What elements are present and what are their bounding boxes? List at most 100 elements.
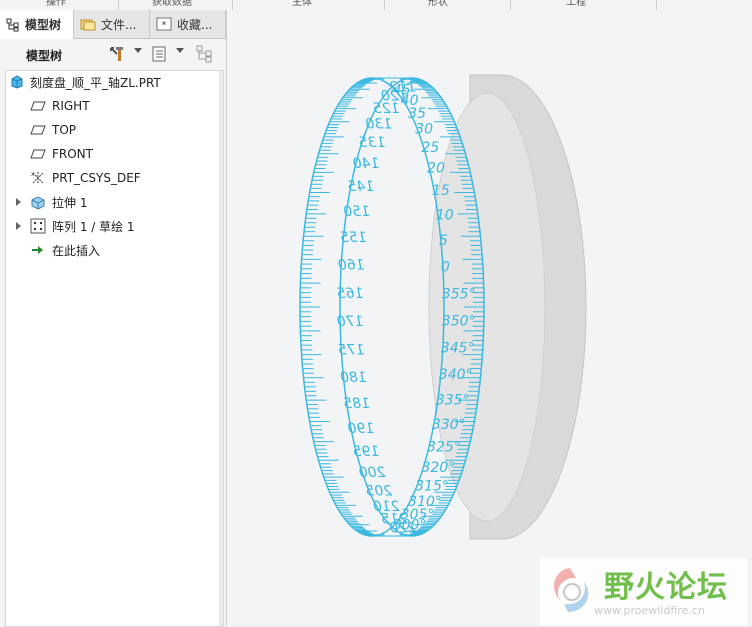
tree-filter-button[interactable]	[194, 44, 216, 64]
part-icon	[11, 75, 23, 89]
menu-tab-label[interactable]: 形状	[428, 0, 448, 8]
tree-filter-icon	[196, 45, 212, 63]
show-dropdown-caret[interactable]	[176, 48, 184, 53]
menu-tab-label[interactable]: 工程	[566, 0, 586, 8]
ring-inner-face	[428, 92, 546, 522]
scale-label: 340°	[439, 367, 473, 383]
scale-label-mirrored: 160	[338, 258, 365, 274]
show-list-icon	[152, 46, 166, 62]
model-view: 454035302520151050355°350°345°340°335°33…	[299, 74, 587, 540]
extrude-icon	[31, 196, 45, 210]
menu-separator	[384, 0, 385, 10]
menu-separator	[118, 0, 119, 10]
scale-label-mirrored: 200	[359, 465, 386, 481]
menu-separator	[232, 0, 233, 10]
scale-label: 335°	[436, 393, 470, 409]
tree-item-label: 在此插入	[52, 243, 101, 258]
scale-label: 325°	[427, 439, 461, 455]
scale-label-mirrored: 145	[347, 179, 374, 195]
tree-item-csys[interactable]: x PRT_CSYS_DEF	[30, 167, 141, 189]
show-button[interactable]	[148, 44, 170, 64]
scale-label-mirrored: 165	[337, 286, 364, 302]
scale-label: 320°	[421, 460, 455, 476]
tab-files[interactable]: 文件...	[74, 10, 150, 38]
settings-dropdown-caret[interactable]	[134, 48, 142, 53]
scale-label-mirrored: 130	[365, 117, 392, 133]
settings-tools-icon	[110, 47, 123, 61]
scale-label-mirrored: 190	[347, 421, 374, 437]
tab-label: 文件...	[101, 17, 137, 32]
scale-label-mirrored: 205	[365, 483, 392, 499]
tree-item-label: TOP	[52, 123, 77, 137]
tree-item-pattern[interactable]: 阵列 1 / 草绘 1	[16, 215, 135, 237]
graduated-ring-model: 454035302520151050355°350°345°340°335°33…	[299, 74, 587, 540]
datum-plane-icon	[30, 101, 46, 111]
tree-item-label: RIGHT	[52, 99, 90, 113]
scale-label: 0	[441, 259, 450, 275]
tree-item-insert-here[interactable]: 在此插入	[30, 239, 100, 261]
favorites-icon: *	[156, 17, 172, 31]
insert-arrow-icon	[32, 246, 43, 254]
model-tree: 刻度盘_顺_平_轴ZL.PRT RIGHT TOP FRONT x PRT_CS…	[5, 70, 224, 627]
tree-item-front-plane[interactable]: FRONT	[30, 143, 93, 165]
watermark: 野火论坛 www.proewildfire.cn	[540, 558, 747, 625]
scale-label: 15	[432, 183, 450, 199]
tab-label: 模型树	[25, 18, 62, 32]
pattern-icon	[30, 218, 46, 234]
menu-tab-label[interactable]: 操作	[46, 0, 66, 8]
tree-scrollbar[interactable]	[219, 71, 223, 626]
scale-label: 350°	[442, 314, 476, 330]
scale-label: 10	[436, 207, 454, 223]
menu-tab-label[interactable]: 主体	[292, 0, 312, 8]
menu-tab-label[interactable]: 获取数据	[152, 0, 192, 8]
tree-root[interactable]: 刻度盘_顺_平_轴ZL.PRT	[10, 71, 161, 93]
graphics-window[interactable]: 45 40 35 30 25 20 15 10 5 0 355° 350° 345° 340° 335° 33…	[227, 10, 752, 625]
scale-label-mirrored: 125	[373, 101, 400, 117]
tree-item-label: PRT_CSYS_DEF	[52, 171, 141, 185]
scale-label: 315°	[415, 478, 449, 494]
watermark-logo-icon	[554, 568, 589, 612]
menu-separator	[510, 0, 511, 10]
model-tree-icon	[6, 18, 19, 31]
navigator-panel: 模型树 文件... * 收藏... 模型树 刻度盘_顺_平_轴ZL.PRT RI…	[0, 10, 227, 627]
datum-plane-icon	[30, 125, 46, 135]
menu-separator	[656, 0, 657, 10]
tree-item-extrude[interactable]: 拉伸 1	[16, 191, 87, 213]
tree-toolbar: 模型树	[0, 39, 226, 69]
scale-label: 30	[415, 122, 433, 138]
watermark-url: www.proewildfire.cn	[594, 604, 705, 617]
tab-favorites[interactable]: * 收藏...	[150, 10, 226, 38]
tree-item-label: 阵列 1 / 草绘 1	[52, 219, 135, 234]
scale-label-mirrored: 180	[340, 370, 367, 386]
tab-label: 收藏...	[177, 17, 213, 32]
folder-icon	[80, 19, 96, 31]
scale-label: 345°	[441, 341, 475, 357]
tree-root-label: 刻度盘_顺_平_轴ZL.PRT	[30, 75, 161, 90]
scale-label-mirrored: 155	[340, 230, 367, 246]
tree-item-label: FRONT	[52, 147, 93, 161]
scale-label: 20	[427, 161, 445, 177]
scale-label-mirrored: 185	[343, 396, 370, 412]
expand-arrow-icon[interactable]	[16, 222, 21, 230]
navigator-tabs: 模型树 文件... * 收藏...	[0, 10, 226, 39]
scale-label: 35	[408, 106, 426, 122]
settings-tools-button[interactable]	[106, 44, 128, 64]
scale-label-mirrored: 170	[337, 314, 364, 330]
svg-text:x: x	[31, 171, 35, 178]
expand-arrow-icon[interactable]	[16, 198, 21, 206]
scale-label: 330°	[432, 417, 466, 433]
scale-label-mirrored: 135	[359, 135, 386, 151]
tab-model-tree[interactable]: 模型树	[0, 10, 74, 39]
coordinate-system-icon: x	[31, 171, 44, 184]
svg-text:*: *	[162, 20, 167, 31]
scale-label: 25	[421, 140, 439, 156]
scale-label-mirrored: 140	[353, 156, 380, 172]
tree-item-label: 拉伸 1	[52, 195, 88, 210]
watermark-title: 野火论坛	[604, 570, 728, 605]
scale-label-mirrored: 220	[389, 521, 416, 537]
scale-label: 355°	[442, 286, 476, 302]
scale-label-mirrored: 175	[338, 342, 365, 358]
tree-item-top-plane[interactable]: TOP	[30, 119, 76, 141]
tree-title: 模型树	[26, 49, 63, 63]
tree-item-right-plane[interactable]: RIGHT	[30, 95, 90, 117]
